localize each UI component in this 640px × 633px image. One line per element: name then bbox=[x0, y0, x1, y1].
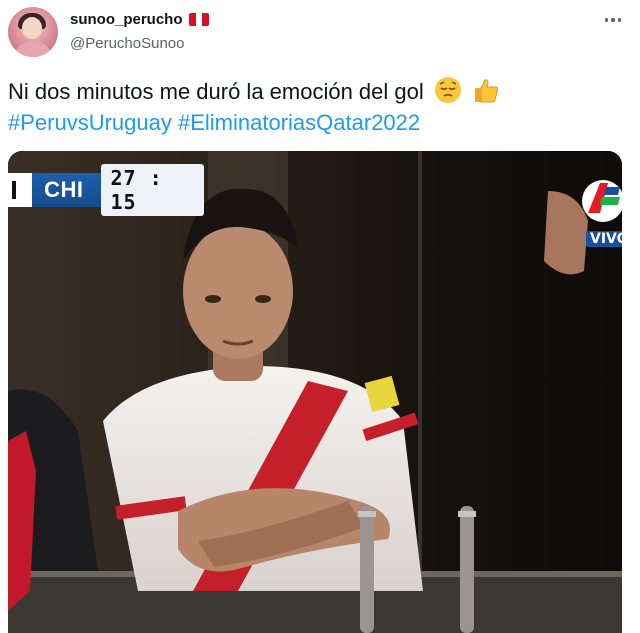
dot-icon bbox=[604, 18, 609, 22]
avatar-face bbox=[22, 17, 42, 39]
scorebug: CHI 27 : 15 bbox=[8, 164, 204, 216]
tweet-card: sunoo_perucho @PeruchoSunoo Ni dos minut… bbox=[0, 0, 640, 633]
tweet-body: Ni dos minutos me duró la emoción del go… bbox=[8, 79, 424, 104]
user-handle[interactable]: @PeruchoSunoo bbox=[70, 35, 184, 52]
avatar[interactable] bbox=[8, 7, 58, 57]
hashtag-line: #PeruvsUruguay #EliminatoriasQatar2022 bbox=[8, 107, 420, 138]
dot-icon bbox=[617, 18, 622, 22]
team-code: CHI bbox=[44, 177, 84, 202]
team-flag-icon bbox=[8, 173, 33, 207]
hashtag-link[interactable]: #EliminatoriasQatar2022 bbox=[178, 110, 420, 135]
thumbs-up-emoji-icon bbox=[472, 76, 500, 112]
dot-icon bbox=[611, 18, 615, 22]
pensive-face-emoji-icon bbox=[434, 76, 462, 112]
tweet-media[interactable]: CHI 27 : 15 VIVO bbox=[8, 151, 622, 633]
more-options-button[interactable] bbox=[599, 8, 627, 32]
hashtag-link[interactable]: #PeruvsUruguay bbox=[8, 110, 172, 135]
match-clock: 27 : 15 bbox=[101, 164, 204, 216]
peru-flag-icon bbox=[189, 13, 209, 26]
avatar-shoulders bbox=[14, 41, 52, 57]
live-badge: VIVO bbox=[586, 231, 622, 247]
stadium-scene-illustration bbox=[8, 151, 622, 633]
display-name[interactable]: sunoo_perucho bbox=[70, 11, 183, 28]
